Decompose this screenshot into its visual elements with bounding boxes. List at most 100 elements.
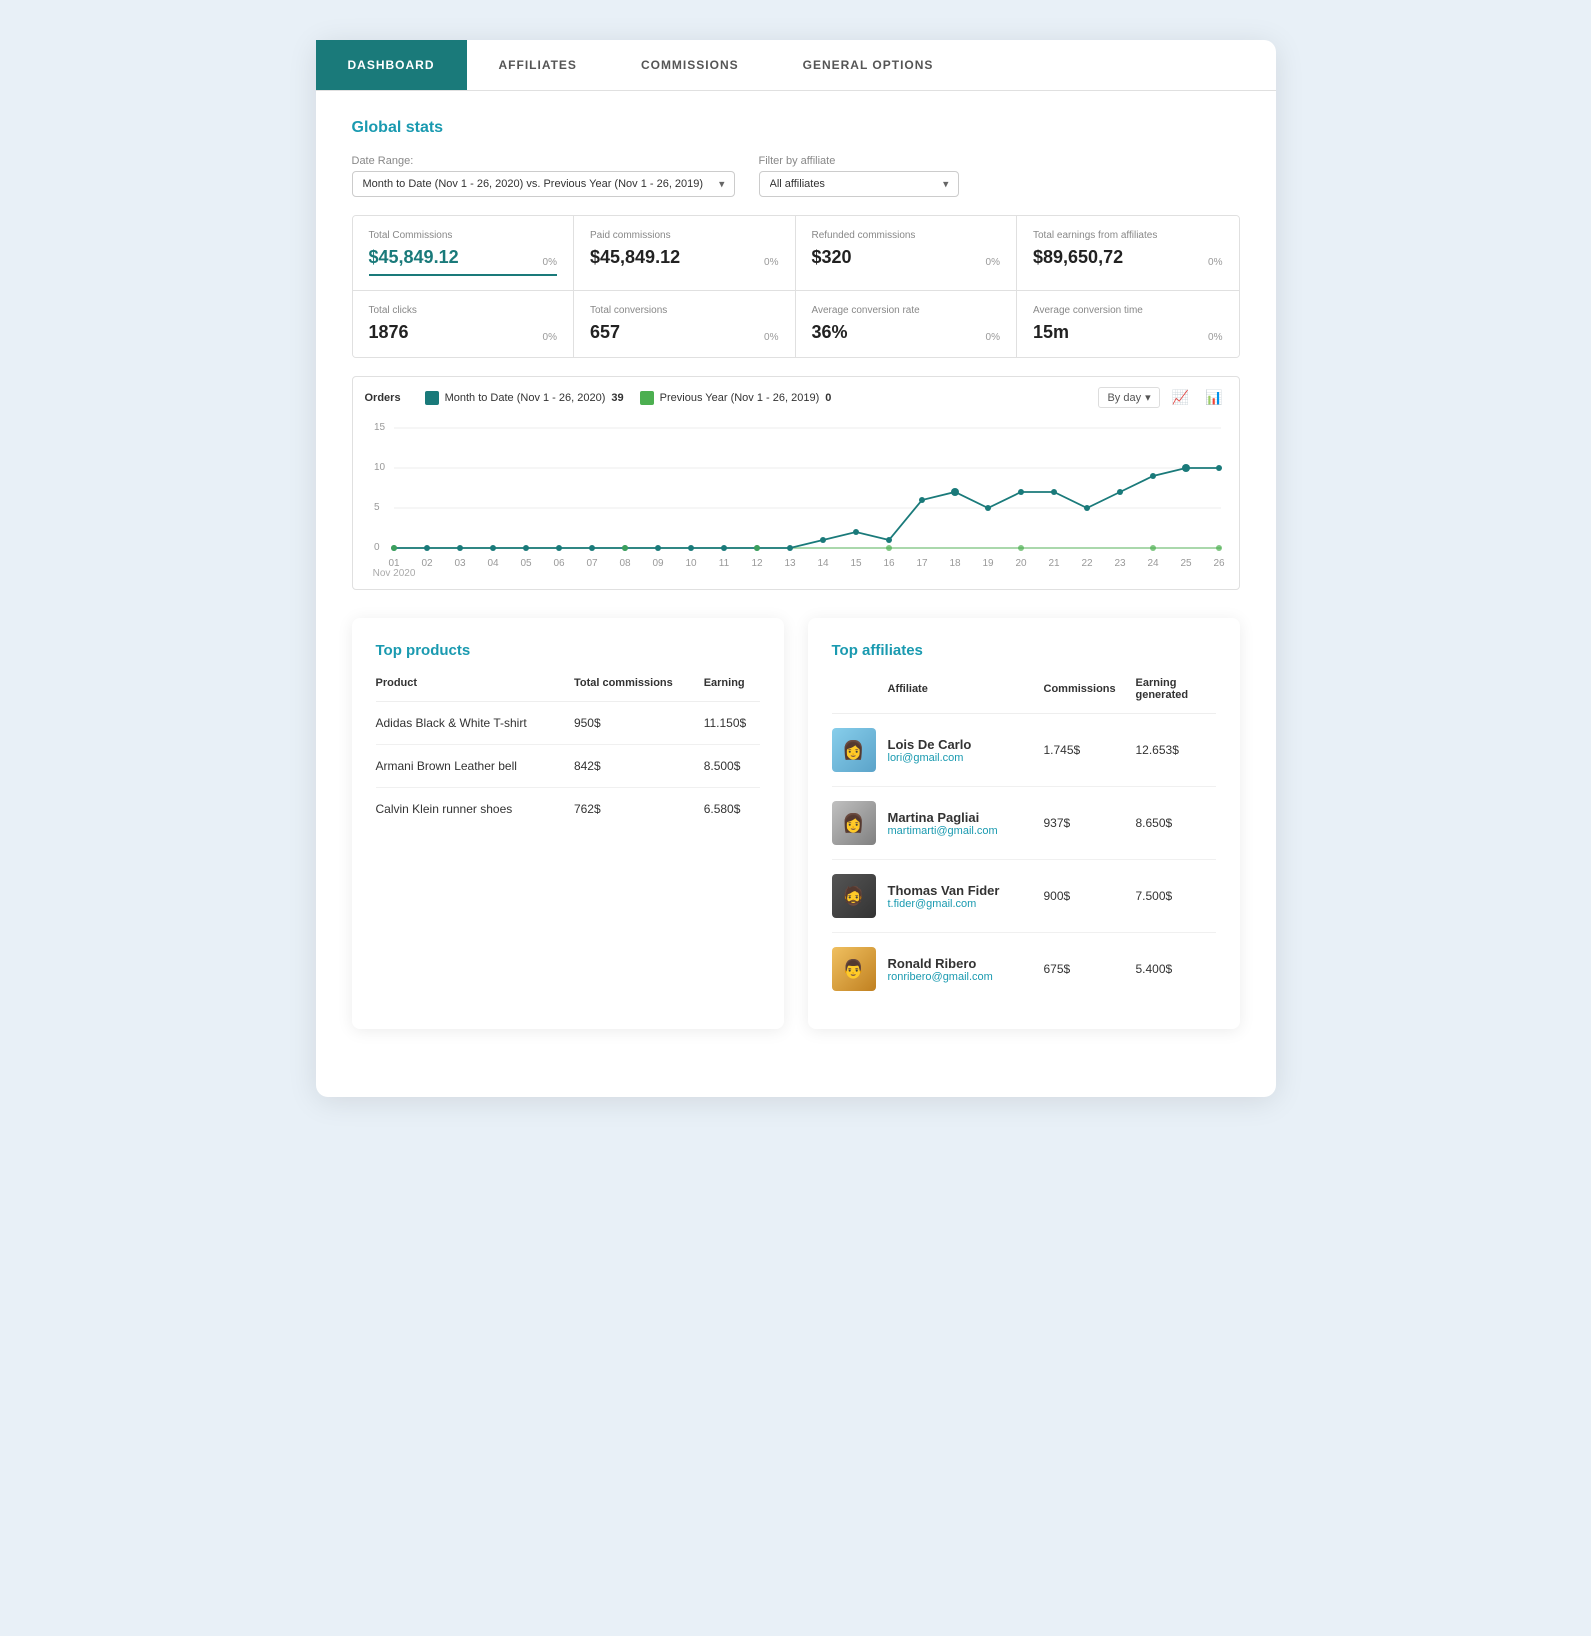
orders-chart: 15 10 5 0 [365,416,1227,576]
table-row: Armani Brown Leather bell 842$ 8.500$ [376,745,760,788]
affiliate-row: 🧔 Thomas Van Fider t.fider@gmail.com 900… [832,860,1216,933]
col-affiliate: Affiliate [888,683,1032,695]
chart-section: Orders Month to Date (Nov 1 - 26, 2020) … [352,376,1240,590]
avatar: 👩 [832,801,876,845]
line-chart-icon-button[interactable]: 📈 [1168,387,1193,408]
y-label-10: 10 [374,462,386,473]
affiliate-email[interactable]: martimarti@gmail.com [888,825,1032,837]
x-label-08: 08 [619,558,631,569]
global-stats-title: Global stats [352,119,1240,137]
x-label-16: 16 [883,558,895,569]
data-point-3 [457,545,463,551]
prev-point-26 [1216,545,1222,551]
bottom-panels: Top products Product Total commissions E… [352,618,1240,1029]
stat-total-commissions: Total Commissions $45,849.12 0% [353,216,575,291]
stat-total-conversions: Total conversions 657 0% [574,291,796,357]
affiliate-email[interactable]: ronribero@gmail.com [888,971,1032,983]
y-label-0: 0 [374,542,380,553]
data-point-22 [1084,505,1090,511]
affiliate-earning: 8.650$ [1136,816,1216,830]
tab-dashboard[interactable]: DASHBOARD [316,40,467,90]
col-earning-generated: Earning generated [1136,677,1216,701]
affiliate-earning: 12.653$ [1136,743,1216,757]
data-point-11 [721,545,727,551]
legend-blue-checkbox [425,391,439,405]
date-range-filter: Date Range: Month to Date (Nov 1 - 26, 2… [352,155,735,197]
affiliate-filter: Filter by affiliate All affiliates [759,155,959,197]
product-earning: 8.500$ [704,745,760,788]
chart-legend: Orders Month to Date (Nov 1 - 26, 2020) … [365,391,832,405]
y-label-15: 15 [374,422,386,433]
chart-svg-container: 15 10 5 0 [353,416,1239,589]
affiliate-row: 👩 Martina Pagliai martimarti@gmail.com 9… [832,787,1216,860]
affiliates-list: 👩 Lois De Carlo lori@gmail.com 1.745$ 12… [832,714,1216,1005]
x-label-12: 12 [751,558,763,569]
affiliate-email[interactable]: t.fider@gmail.com [888,898,1032,910]
x-label-15: 15 [850,558,862,569]
data-point-16 [886,537,892,543]
data-point-15 [853,529,859,535]
affiliate-commissions: 900$ [1044,889,1124,903]
affiliate-name: Martina Pagliai [888,810,1032,825]
bar-chart-icon-button[interactable]: 📊 [1201,387,1226,408]
x-label-07: 07 [586,558,598,569]
affiliate-commissions: 675$ [1044,962,1124,976]
product-commissions: 762$ [574,788,704,831]
legend-current: Month to Date (Nov 1 - 26, 2020) 39 [425,391,624,405]
top-products-title: Top products [376,642,760,659]
data-point-9 [655,545,661,551]
prev-point-1 [391,545,397,551]
by-day-button[interactable]: By day ▾ [1098,387,1159,408]
data-point-10 [688,545,694,551]
x-sublabel: Nov 2020 [372,568,415,576]
avatar: 🧔 [832,874,876,918]
data-point-20 [1018,489,1024,495]
affiliate-name: Ronald Ribero [888,956,1032,971]
date-range-select[interactable]: Month to Date (Nov 1 - 26, 2020) vs. Pre… [352,171,735,197]
tab-bar: DASHBOARD AFFILIATES COMMISSIONS GENERAL… [316,40,1276,91]
affiliate-commissions: 1.745$ [1044,743,1124,757]
affiliate-select-wrapper[interactable]: All affiliates [759,171,959,197]
data-point-14 [820,537,826,543]
x-label-20: 20 [1015,558,1027,569]
x-label-18: 18 [949,558,961,569]
data-point-21 [1051,489,1057,495]
date-range-select-wrapper[interactable]: Month to Date (Nov 1 - 26, 2020) vs. Pre… [352,171,735,197]
data-point-4 [490,545,496,551]
data-point-5 [523,545,529,551]
x-label-22: 22 [1081,558,1093,569]
date-range-label: Date Range: [352,155,735,167]
data-point-18 [951,488,959,496]
x-label-17: 17 [916,558,928,569]
affiliate-email[interactable]: lori@gmail.com [888,752,1032,764]
prev-point-16 [886,545,892,551]
product-earning: 11.150$ [704,702,760,745]
x-label-14: 14 [817,558,829,569]
x-label-23: 23 [1114,558,1126,569]
legend-previous-count: 0 [825,392,831,404]
tab-general-options[interactable]: GENERAL OPTIONS [771,40,966,90]
product-commissions: 842$ [574,745,704,788]
stats-grid: Total Commissions $45,849.12 0% Paid com… [352,215,1240,358]
x-label-13: 13 [784,558,796,569]
tab-affiliates[interactable]: AFFILIATES [467,40,609,90]
tab-commissions[interactable]: COMMISSIONS [609,40,771,90]
data-point-25 [1182,464,1190,472]
filters-row: Date Range: Month to Date (Nov 1 - 26, 2… [352,155,1240,197]
affiliate-earning: 5.400$ [1136,962,1216,976]
col-total-commissions: Total commissions [574,677,704,702]
product-name: Armani Brown Leather bell [376,745,574,788]
legend-current-label: Month to Date (Nov 1 - 26, 2020) [445,392,606,404]
avatar: 👩 [832,728,876,772]
product-earning: 6.580$ [704,788,760,831]
table-row: Adidas Black & White T-shirt 950$ 11.150… [376,702,760,745]
data-point-17 [919,497,925,503]
x-label-10: 10 [685,558,697,569]
stat-refunded-commissions: Refunded commissions $320 0% [796,216,1018,291]
prev-point-8 [622,545,628,551]
stat-total-clicks: Total clicks 1876 0% [353,291,575,357]
x-label-05: 05 [520,558,532,569]
data-point-2 [424,545,430,551]
affiliate-select[interactable]: All affiliates [759,171,959,197]
stat-paid-commissions: Paid commissions $45,849.12 0% [574,216,796,291]
